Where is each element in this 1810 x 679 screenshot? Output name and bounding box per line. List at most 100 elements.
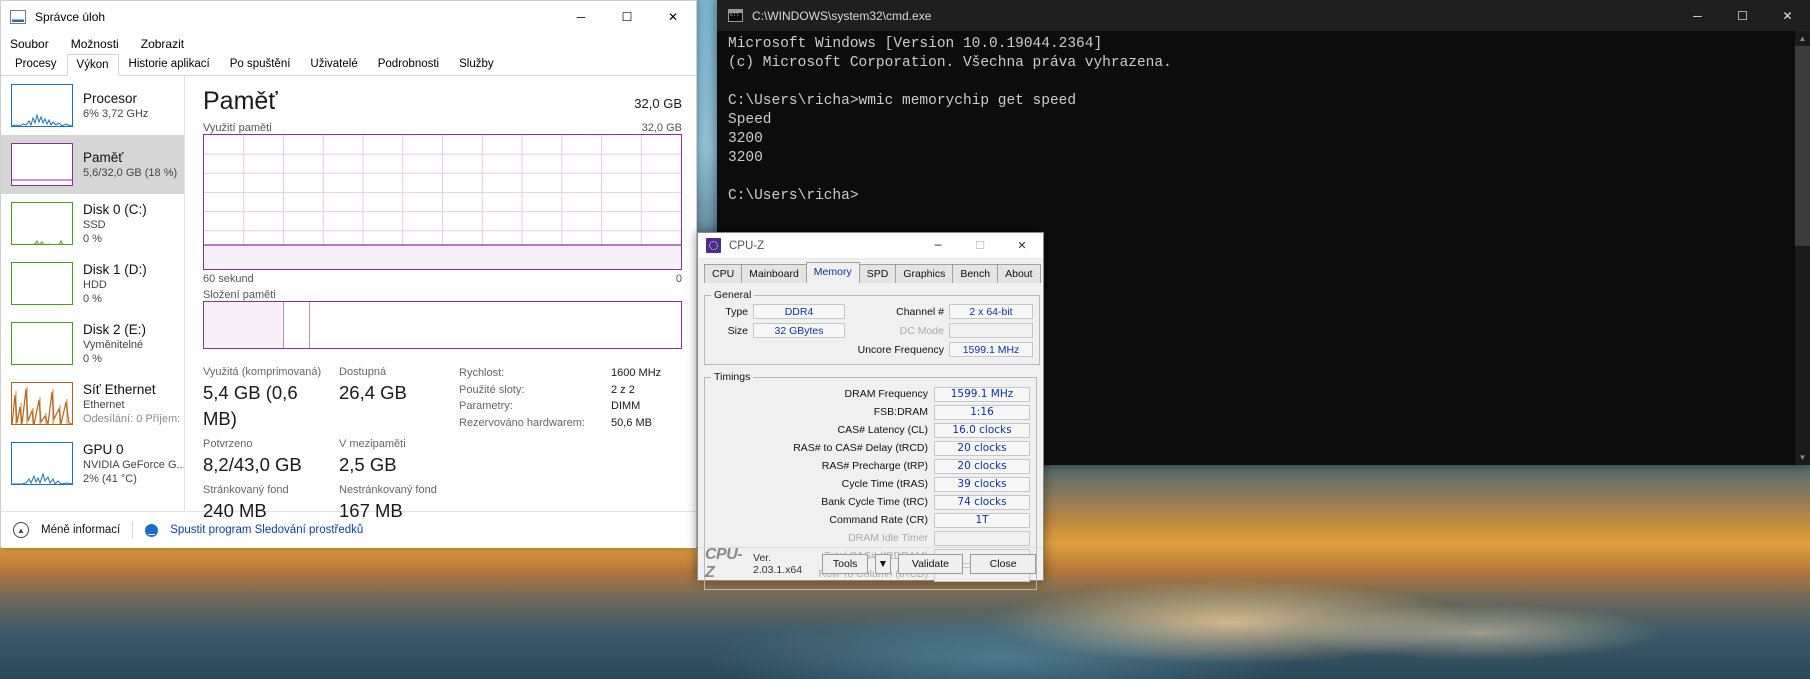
task-manager-titlebar[interactable]: Správce úloh ─ ☐ ✕ (1, 1, 696, 32)
cmd-minimize-button[interactable]: ─ (1675, 0, 1720, 31)
general-legend: General (714, 289, 752, 301)
sidebar-label: Paměť (83, 149, 124, 165)
sidebar-item-gpu0[interactable]: GPU 0 NVIDIA GeForce G... 2% (41 °C) (1, 434, 184, 494)
cmd-close-button[interactable]: ✕ (1765, 0, 1810, 31)
graph-axis-left: 60 sekund (203, 273, 254, 285)
cpuz-window-title: CPU-Z (729, 239, 765, 252)
stat-value: 26,4 GB (339, 382, 407, 403)
tab-sluzby[interactable]: Služby (449, 53, 504, 75)
stat-value: 240 MB (203, 500, 267, 521)
cpuz-window[interactable]: CPU-Z ─ ☐ ✕ CPU Mainboard Memory SPD Gra… (697, 232, 1044, 590)
channel-value: 2 x 64-bit (949, 304, 1033, 319)
channel-label: Channel # (896, 305, 944, 318)
cmd-line: 3200 (728, 150, 763, 166)
network-thumbnail-graph (11, 382, 73, 425)
close-button[interactable]: ✕ (650, 1, 696, 32)
tab-historie-aplikaci[interactable]: Historie aplikací (119, 53, 220, 75)
memory-capacity: 32,0 GB (634, 96, 682, 111)
validate-button[interactable]: Validate (897, 554, 964, 574)
cpuz-tab-bench[interactable]: Bench (952, 264, 999, 283)
chevron-down-icon[interactable]: ▼ (875, 554, 891, 574)
type-label: Type (725, 305, 748, 318)
scrollbar-thumb[interactable] (1795, 46, 1810, 246)
cpuz-minimize-button[interactable]: ─ (917, 233, 959, 259)
cpuz-tab-spd[interactable]: SPD (858, 264, 897, 283)
cmd-maximize-button[interactable]: ☐ (1720, 0, 1765, 31)
stat-label: Stránkovaný fond (203, 484, 289, 496)
scroll-down-icon[interactable]: ▼ (1795, 450, 1810, 465)
timing-label: RAS# Precharge (tRP) (821, 460, 928, 472)
sidebar-sublabel2: Odesílání: 0 Příjem: 32,0 (83, 413, 184, 425)
cmd-titlebar[interactable]: C:\WINDOWS\system32\cmd.exe ─ ☐ ✕ (717, 0, 1810, 31)
tab-procesy[interactable]: Procesy (5, 53, 67, 75)
sidebar-label: GPU 0 (83, 442, 124, 457)
stat-label: Využitá (komprimovaná) (203, 366, 322, 378)
maximize-button[interactable]: ☐ (604, 1, 650, 32)
tab-podrobnosti[interactable]: Podrobnosti (368, 53, 449, 75)
minimize-button[interactable]: ─ (558, 1, 604, 32)
cpuz-close-footer-button[interactable]: Close (970, 554, 1037, 574)
cpuz-close-button[interactable]: ✕ (1001, 233, 1043, 259)
dcmode-value (949, 323, 1033, 338)
cmd-console-output[interactable]: Microsoft Windows [Version 10.0.19044.23… (717, 31, 1810, 206)
size-value: 32 GBytes (753, 323, 845, 338)
detail-value: 1600 MHz (611, 367, 662, 379)
sidebar-sublabel: SSD (83, 219, 106, 231)
disk0-thumbnail-graph (11, 202, 73, 245)
general-group: General Type DDR4 Size 32 GBytes Channel… (704, 289, 1040, 365)
timing-value: 16.0 clocks (934, 422, 1030, 438)
cpuz-caption-buttons: ─ ☐ ✕ (917, 233, 1043, 259)
disk1-thumbnail-graph (11, 262, 73, 305)
detail-key: Rychlost: (459, 367, 505, 379)
stat-label: Nestránkovaný fond (339, 484, 437, 496)
cpuz-titlebar[interactable]: CPU-Z ─ ☐ ✕ (698, 233, 1043, 259)
timings-legend: Timings (714, 371, 751, 383)
timing-value: 1T (934, 512, 1030, 528)
tab-po-spusteni[interactable]: Po spuštění (220, 53, 301, 75)
cpuz-tab-bar[interactable]: CPU Mainboard Memory SPD Graphics Bench … (698, 259, 1043, 283)
composition-in-use (204, 302, 285, 348)
less-info-button[interactable]: Méně informací (41, 524, 120, 536)
menu-bar[interactable]: Soubor Možnosti Zobrazit (1, 32, 696, 55)
memory-panel: Paměť 32,0 GB Využití paměti 32,0 GB 60 … (185, 76, 696, 521)
timing-value: 20 clocks (934, 440, 1030, 456)
sidebar-sublabel: 5,6/32,0 GB (18 %) (83, 166, 178, 179)
sidebar-item-disk2[interactable]: Disk 2 (E:) Vyměnitelné 0 % (1, 314, 184, 374)
cmd-caption-buttons: ─ ☐ ✕ (1675, 0, 1810, 31)
cpuz-tab-memory[interactable]: Memory (805, 262, 860, 283)
cmd-line: Speed (728, 112, 772, 128)
tab-vykon[interactable]: Výkon (66, 54, 119, 76)
menu-item-moznosti[interactable]: Možnosti (71, 37, 119, 51)
stat-value: 5,4 GB (0,6 MB) (203, 382, 298, 429)
tools-button[interactable]: Tools (822, 554, 869, 574)
timing-label: Command Rate (CR) (829, 514, 928, 526)
menu-item-zobrazit[interactable]: Zobrazit (141, 37, 184, 51)
task-manager-window[interactable]: Správce úloh ─ ☐ ✕ Soubor Možnosti Zobra… (0, 0, 697, 548)
sidebar-item-pamet[interactable]: Paměť 5,6/32,0 GB (18 %) (1, 135, 184, 194)
memory-details: Rychlost: 1600 MHz Použité sloty: 2 z 2 Pa… (459, 365, 661, 529)
cpuz-tab-mainboard[interactable]: Mainboard (741, 264, 807, 283)
graph-title: Využití paměti (203, 122, 272, 134)
detail-value: 50,6 MB (611, 416, 652, 429)
chevron-up-icon[interactable]: ▲ (13, 522, 29, 538)
tab-bar[interactable]: Procesy Výkon Historie aplikací Po spušt… (1, 53, 696, 76)
sidebar-item-procesor[interactable]: Procesor 6% 3,72 GHz (1, 76, 184, 135)
sidebar-item-sit-ethernet[interactable]: Síť Ethernet Ethernet Odesílání: 0 Příje… (1, 374, 184, 434)
cpuz-tab-about[interactable]: About (997, 264, 1041, 283)
timing-value: 74 clocks (934, 494, 1030, 510)
sidebar-sublabel2: 2% (41 °C) (83, 473, 137, 485)
cmd-scrollbar[interactable]: ▲ ▼ (1795, 31, 1810, 465)
memory-usage-graph (203, 134, 682, 270)
type-value: DDR4 (753, 304, 845, 319)
performance-sidebar[interactable]: Procesor 6% 3,72 GHz Paměť 5,6/32,0 GB (… (1, 76, 185, 511)
detail-key: Parametry: (459, 400, 513, 412)
sidebar-item-disk0[interactable]: Disk 0 (C:) SSD 0 % (1, 194, 184, 254)
sidebar-item-disk1[interactable]: Disk 1 (D:) HDD 0 % (1, 254, 184, 314)
cpuz-tab-graphics[interactable]: Graphics (895, 264, 954, 283)
cpuz-tab-cpu[interactable]: CPU (704, 264, 743, 283)
cmd-line: C:\Users\richa>wmic memorychip get speed (728, 93, 1077, 109)
menu-item-soubor[interactable]: Soubor (10, 37, 49, 51)
uncore-value: 1599.1 MHz (949, 342, 1033, 357)
scroll-up-icon[interactable]: ▲ (1795, 31, 1810, 46)
tab-uzivatele[interactable]: Uživatelé (300, 53, 367, 75)
